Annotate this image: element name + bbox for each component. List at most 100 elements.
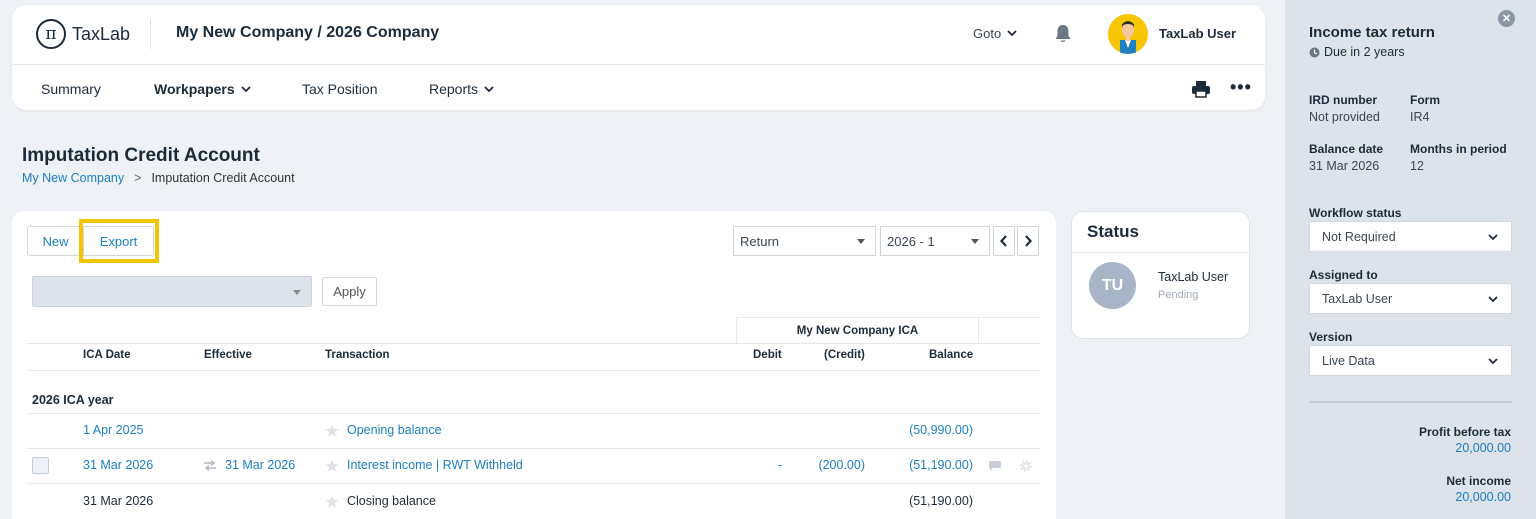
- workflow-value: Not Required: [1322, 229, 1396, 244]
- person-avatar-icon: [1120, 21, 1136, 54]
- chevron-down-icon: [241, 85, 251, 92]
- assigned-value: TaxLab User: [1322, 291, 1393, 306]
- divider: [1072, 252, 1249, 253]
- close-icon[interactable]: ✕: [1498, 10, 1515, 27]
- col-credit[interactable]: (Credit): [824, 349, 865, 361]
- ica-panel: New Export Return 2026 - 1 Apply My New …: [12, 211, 1056, 519]
- new-button[interactable]: New: [27, 226, 84, 256]
- col-balance[interactable]: Balance: [929, 349, 973, 361]
- months-value: 12: [1410, 159, 1424, 173]
- sidebar-title: Income tax return: [1309, 24, 1435, 41]
- row-ica-date[interactable]: 31 Mar 2026: [83, 458, 153, 472]
- user-avatar[interactable]: [1108, 14, 1148, 54]
- row-debit[interactable]: -: [778, 458, 782, 472]
- period-select[interactable]: 2026 - 1: [880, 226, 990, 256]
- nav-workpapers-label: Workpapers: [154, 81, 235, 97]
- chevron-down-icon: [484, 85, 494, 92]
- months-label: Months in period: [1410, 142, 1507, 156]
- due-text: Due in 2 years: [1324, 45, 1405, 59]
- assigned-to-select[interactable]: TaxLab User: [1309, 283, 1512, 314]
- row-transaction[interactable]: Interest income | RWT Withheld: [347, 458, 523, 472]
- nav-workpapers[interactable]: Workpapers: [154, 81, 251, 97]
- col-debit[interactable]: Debit: [753, 349, 782, 361]
- nav-tax-position-label: Tax Position: [302, 81, 378, 97]
- profit-value[interactable]: 20,000.00: [1455, 441, 1511, 455]
- nav-reports[interactable]: Reports: [429, 81, 494, 97]
- workflow-status-select[interactable]: Not Required: [1309, 221, 1512, 252]
- form-label: Form: [1410, 93, 1440, 107]
- col-effective[interactable]: Effective: [204, 349, 252, 361]
- nav-reports-label: Reports: [429, 81, 479, 97]
- chevron-down-icon: [1007, 30, 1017, 37]
- ird-value: Not provided: [1309, 110, 1380, 124]
- company-title: My New Company / 2026 Company: [176, 24, 440, 41]
- status-state: Pending: [1158, 289, 1199, 301]
- user-name[interactable]: TaxLab User: [1159, 26, 1236, 41]
- transfer-arrows-icon: [204, 460, 216, 471]
- caret-down-icon: [293, 290, 301, 295]
- gear-icon[interactable]: [1019, 459, 1033, 473]
- row-ica-date[interactable]: 1 Apr 2025: [83, 423, 143, 437]
- row-effective[interactable]: 31 Mar 2026: [225, 458, 295, 472]
- prev-period-button[interactable]: [993, 226, 1015, 256]
- ird-label: IRD number: [1309, 93, 1378, 107]
- next-period-button[interactable]: [1017, 226, 1039, 256]
- top-bar: π TaxLab My New Company / 2026 Company G…: [12, 5, 1265, 65]
- divider: [27, 370, 1041, 371]
- assigned-label: Assigned to: [1309, 268, 1378, 282]
- nav-summary-label: Summary: [41, 81, 101, 97]
- more-menu-icon[interactable]: •••: [1230, 78, 1252, 96]
- balance-date-value: 31 Mar 2026: [1309, 159, 1380, 173]
- caret-down-icon: [857, 239, 865, 244]
- star-icon[interactable]: [325, 495, 339, 509]
- chevron-right-icon: [1025, 235, 1032, 247]
- return-select-value: Return: [740, 233, 780, 249]
- chevron-down-icon: [1488, 296, 1498, 303]
- net-income-value[interactable]: 20,000.00: [1455, 490, 1511, 504]
- row-balance[interactable]: (51,190.00): [909, 458, 973, 472]
- row-balance[interactable]: (50,990.00): [909, 423, 973, 437]
- goto-menu[interactable]: Goto: [973, 26, 1017, 41]
- divider: [27, 413, 1041, 414]
- nav-tax-position[interactable]: Tax Position: [302, 81, 377, 97]
- divider: [27, 483, 1041, 484]
- nav-summary[interactable]: Summary: [41, 81, 101, 97]
- divider: [27, 343, 1041, 344]
- star-icon[interactable]: [325, 424, 339, 438]
- row-checkbox[interactable]: [32, 457, 49, 474]
- printer-icon[interactable]: [1191, 80, 1211, 98]
- col-transaction[interactable]: Transaction: [325, 349, 390, 361]
- breadcrumb-current: Imputation Credit Account: [151, 171, 295, 185]
- filter-select[interactable]: [32, 276, 312, 307]
- breadcrumb: My New Company > Imputation Credit Accou…: [22, 171, 295, 185]
- star-icon[interactable]: [325, 459, 339, 473]
- col-ica-date[interactable]: ICA Date: [83, 349, 131, 361]
- comment-icon[interactable]: [988, 460, 1002, 472]
- main-nav: Summary Workpapers Tax Position Reports …: [12, 66, 1265, 110]
- profit-label: Profit before tax: [1418, 425, 1511, 439]
- version-select[interactable]: Live Data: [1309, 345, 1512, 376]
- balance-date-label: Balance date: [1309, 142, 1384, 156]
- taxlab-logo[interactable]: π TaxLab: [36, 19, 130, 49]
- net-income-label: Net income: [1446, 474, 1511, 488]
- group-header: My New Company ICA: [736, 317, 979, 344]
- divider: [27, 448, 1041, 449]
- row-transaction[interactable]: Opening balance: [347, 423, 442, 437]
- version-value: Live Data: [1322, 353, 1375, 368]
- divider: [1309, 401, 1512, 403]
- page-title: Imputation Credit Account: [22, 145, 260, 166]
- status-user: TaxLab User: [1158, 270, 1229, 284]
- status-title: Status: [1087, 222, 1139, 241]
- row-credit[interactable]: (200.00): [818, 458, 865, 472]
- return-select[interactable]: Return: [733, 226, 876, 256]
- export-highlight: [79, 219, 159, 263]
- header-card: π TaxLab My New Company / 2026 Company G…: [12, 5, 1265, 110]
- clock-icon: [1309, 47, 1320, 57]
- workflow-label: Workflow status: [1309, 206, 1402, 220]
- caret-down-icon: [971, 239, 979, 244]
- breadcrumb-company-link[interactable]: My New Company: [22, 171, 124, 185]
- logo-text: TaxLab: [72, 23, 131, 44]
- bell-icon[interactable]: [1054, 24, 1072, 44]
- due-info: Due in 2 years: [1309, 45, 1405, 59]
- apply-button[interactable]: Apply: [322, 277, 377, 306]
